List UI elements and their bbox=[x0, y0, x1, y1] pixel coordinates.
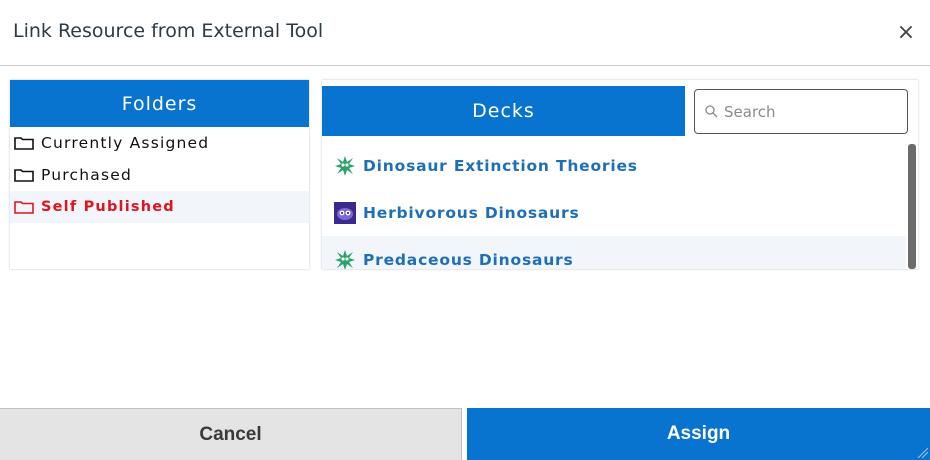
cancel-button[interactable]: Cancel bbox=[0, 408, 462, 460]
deck-item-herbivorous-dinosaurs[interactable]: Herbivorous Dinosaurs bbox=[322, 189, 906, 236]
resize-handle-icon[interactable] bbox=[916, 446, 928, 458]
search-icon bbox=[705, 105, 718, 118]
folder-item-purchased[interactable]: Purchased bbox=[10, 159, 309, 191]
dialog-header: Link Resource from External Tool × bbox=[0, 0, 930, 66]
assign-button-label: Assign bbox=[666, 423, 731, 444]
folder-icon bbox=[14, 137, 34, 150]
folder-item-label: Self Published bbox=[41, 199, 175, 215]
deck-item-label: Dinosaur Extinction Theories bbox=[363, 156, 638, 175]
green-splat-icon bbox=[335, 155, 355, 176]
folder-item-self-published[interactable]: Self Published bbox=[10, 191, 309, 223]
folder-icon bbox=[14, 201, 34, 214]
green-splat-icon bbox=[335, 249, 355, 269]
folder-item-currently-assigned[interactable]: Currently Assigned bbox=[10, 127, 309, 159]
folder-item-label: Purchased bbox=[41, 166, 133, 184]
close-icon: × bbox=[896, 19, 916, 45]
folder-item-label: Currently Assigned bbox=[41, 134, 210, 152]
folders-header: Folders bbox=[10, 80, 309, 127]
deck-list-scrollbar[interactable] bbox=[908, 144, 916, 269]
decks-header: Decks bbox=[322, 86, 685, 136]
purple-monster-icon bbox=[334, 201, 356, 224]
deck-item-dinosaur-extinction-theories[interactable]: Dinosaur Extinction Theories bbox=[322, 142, 906, 189]
assign-button[interactable]: Assign bbox=[467, 408, 930, 460]
search-input[interactable] bbox=[724, 102, 894, 121]
close-button[interactable]: × bbox=[894, 19, 918, 45]
folders-panel: Folders Currently Assigned Purchased Sel… bbox=[10, 80, 309, 269]
deck-item-predaceous-dinosaurs[interactable]: Predaceous Dinosaurs bbox=[322, 236, 906, 269]
dialog-title: Link Resource from External Tool bbox=[13, 20, 324, 42]
folder-icon bbox=[14, 169, 34, 182]
deck-item-label: Predaceous Dinosaurs bbox=[363, 250, 574, 269]
decks-panel: Decks Dinosaur Extinction Theories Herbi… bbox=[322, 80, 918, 269]
search-box[interactable] bbox=[694, 89, 908, 134]
dialog-footer: Cancel Assign bbox=[0, 408, 930, 460]
deck-list: Dinosaur Extinction Theories Herbivorous… bbox=[322, 142, 906, 269]
deck-item-label: Herbivorous Dinosaurs bbox=[363, 203, 580, 222]
